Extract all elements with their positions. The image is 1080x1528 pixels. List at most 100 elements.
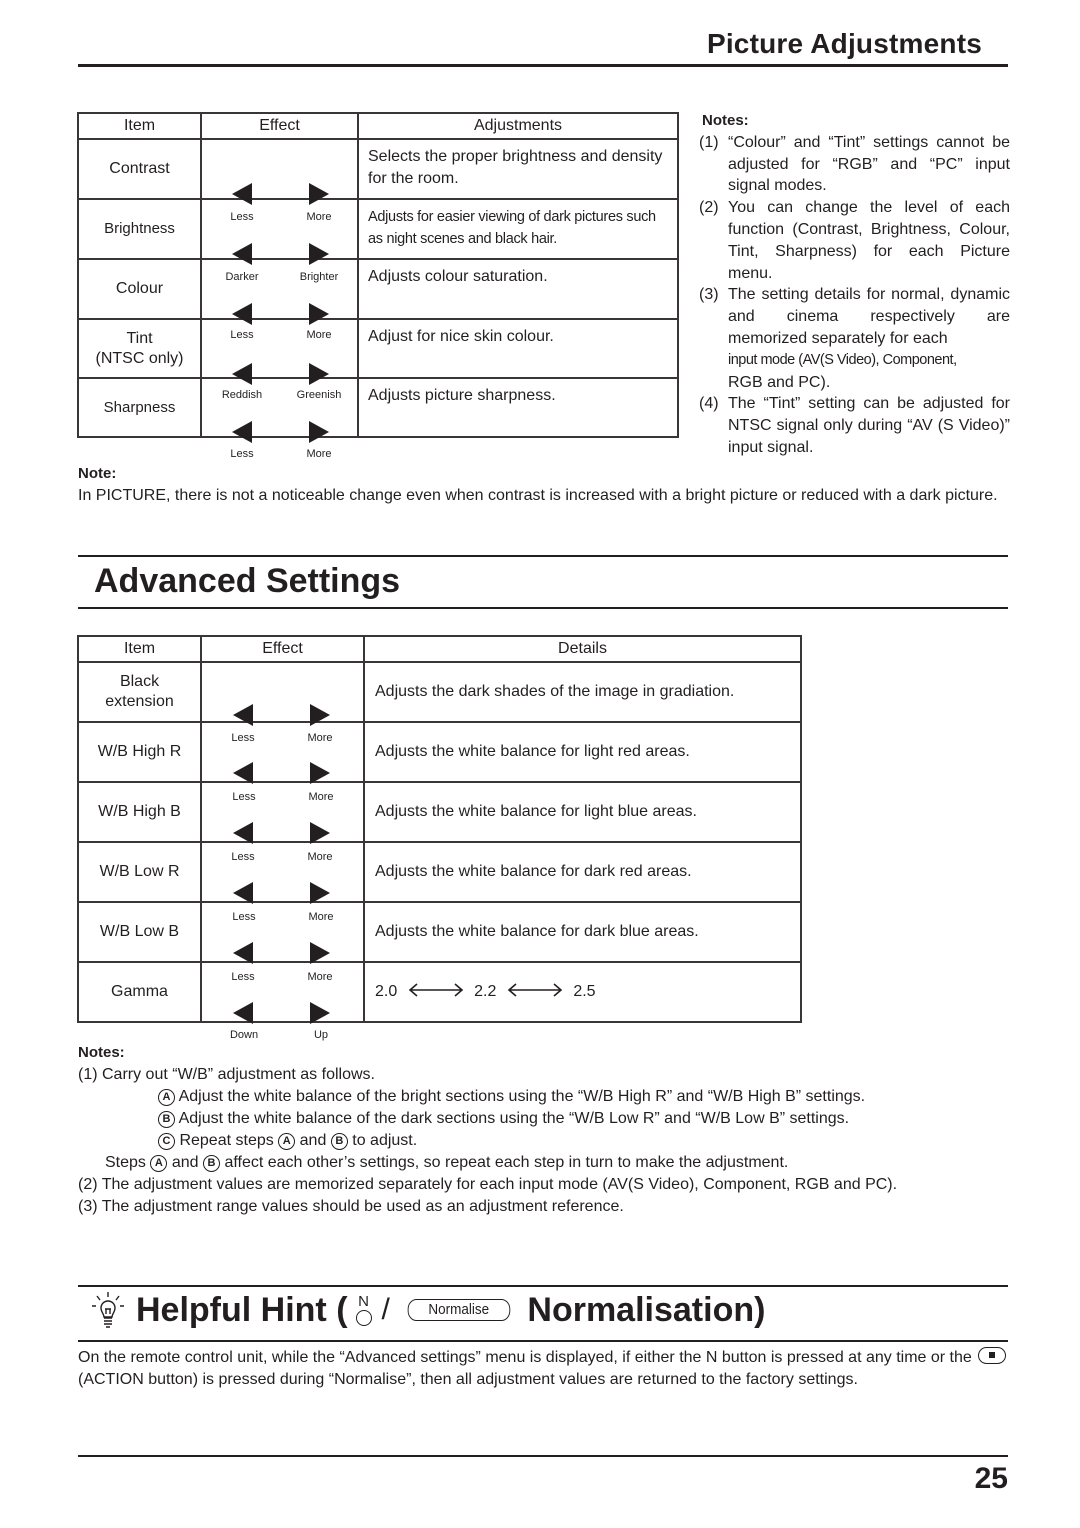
step-a-text: Adjust the white balance of the bright s… <box>178 1088 866 1105</box>
step-b-marker: B <box>158 1111 175 1128</box>
left-arrow-icon <box>233 942 253 964</box>
effect-cell: Less More <box>200 901 365 983</box>
adjustment-description: Adjust for nice skin colour. <box>357 318 679 379</box>
note-number: (4) <box>699 395 719 413</box>
right-arrow-icon <box>310 882 330 904</box>
table-header-row: Item Effect Details <box>77 635 802 663</box>
left-arrow-icon <box>233 1002 253 1024</box>
hint-divider-top <box>78 1285 1008 1287</box>
increase-label: More <box>306 447 332 460</box>
effect-cell: Less More <box>200 138 359 223</box>
normalise-button-icon: Normalise <box>407 1299 510 1321</box>
section-title: Advanced Settings <box>94 562 401 600</box>
item-name: Contrast <box>77 138 202 200</box>
hint-body: On the remote control unit, while the “A… <box>78 1347 1013 1391</box>
effect-cell: Less More <box>200 841 365 923</box>
footer-divider <box>78 1455 1008 1457</box>
note-text: The “Tint” setting can be adjusted for N… <box>728 395 1010 456</box>
note-number: (3) <box>699 286 719 304</box>
advanced-settings-table: Item Effect Details Black extension Less… <box>77 635 802 1041</box>
effect-cell: Less More <box>200 661 365 744</box>
action-button-icon <box>978 1347 1007 1364</box>
table-row: W/B High B Less More Adjusts the white b… <box>77 781 802 863</box>
note-text: In PICTURE, there is not a noticeable ch… <box>78 487 998 504</box>
item-name: Sharpness <box>77 377 202 438</box>
note-text: You can change the level of each functio… <box>728 199 1010 282</box>
right-arrow-icon <box>310 762 330 784</box>
step-c: C Repeat steps A and B to adjust. <box>78 1130 1018 1152</box>
right-arrow-icon <box>309 420 329 443</box>
note-number: (2) <box>699 199 719 217</box>
decrease-label: Down <box>229 1029 259 1041</box>
hint-text: On the remote control unit, while the “A… <box>78 1349 972 1366</box>
right-arrow-icon <box>310 1002 330 1024</box>
item-name-line2: extension <box>105 693 174 710</box>
note-heading: Note: <box>78 465 117 482</box>
table-row: Sharpness Less More Adjusts picture shar… <box>77 377 679 460</box>
item-name: Black extension <box>77 661 202 723</box>
left-arrow-icon <box>233 762 253 784</box>
left-arrow-icon <box>233 882 253 904</box>
column-header-item: Item <box>77 635 202 663</box>
double-arrow-icon <box>507 983 563 997</box>
step-b: B Adjust the white balance of the dark s… <box>78 1108 1018 1130</box>
column-header-effect: Effect <box>200 112 359 140</box>
note-text-condensed: input mode (AV(S Video), Component, <box>728 351 957 368</box>
hint-text-end: (ACTION button) is pressed during “Norma… <box>78 1371 858 1388</box>
item-name: W/B Low B <box>77 901 202 963</box>
table-row: W/B High R Less More Adjusts the white b… <box>77 721 802 803</box>
note-2: (2) The adjustment values are memorized … <box>78 1176 898 1193</box>
advanced-notes: Notes: (1) Carry out “W/B” adjustment as… <box>78 1042 1018 1218</box>
n-button-circle <box>355 1310 372 1326</box>
header-divider <box>78 64 1008 67</box>
item-name-line2: (NTSC only) <box>95 349 184 367</box>
item-name: W/B High B <box>77 781 202 843</box>
step-c-text: Repeat steps <box>179 1132 274 1149</box>
step-b-marker: B <box>202 1155 220 1172</box>
double-arrow-icon <box>408 983 463 997</box>
effect-cell: Darker Brighter <box>200 198 359 283</box>
step-a-marker: A <box>278 1133 296 1150</box>
decrease-label: Less <box>230 447 254 460</box>
note-number: (1) <box>699 133 719 151</box>
note-text: The setting details for normal, dynamic … <box>728 286 1010 347</box>
column-header-details: Details <box>363 635 802 663</box>
item-name: W/B Low R <box>77 841 202 903</box>
item-name: W/B High R <box>77 721 202 783</box>
table-row: Brightness Darker Brighter Adjusts for e… <box>77 198 679 283</box>
steps-text: Steps <box>105 1154 146 1171</box>
step-a: A Adjust the white balance of the bright… <box>78 1086 1018 1108</box>
hint-title-text: Helpful Hint ( <box>136 1290 348 1329</box>
table-row: W/B Low R Less More Adjusts the white ba… <box>77 841 802 923</box>
item-name-line1: Tint <box>126 329 153 347</box>
picture-adjustments-table: Item Effect Adjustments Contrast Less Mo… <box>77 112 679 460</box>
adjustment-description: Selects the proper brightness and densit… <box>357 138 679 200</box>
left-arrow-icon <box>232 420 252 443</box>
setting-description: Adjusts the white balance for light red … <box>363 721 802 783</box>
effect-cell: Reddish Greenish <box>200 318 359 401</box>
hint-divider-bottom <box>78 1340 1008 1342</box>
page-number: 25 <box>974 1462 1008 1495</box>
column-header-adjustments: Adjustments <box>357 112 679 140</box>
note-text: “Colour” and “Tint” settings cannot be a… <box>728 133 1010 195</box>
note-item: (2) You can change the level of each fun… <box>699 197 1010 284</box>
picture-note: Note: In PICTURE, there is not a noticea… <box>78 463 1013 507</box>
note-text-end: RGB and PC). <box>728 373 831 391</box>
item-name: Brightness <box>77 198 202 260</box>
hint-title: Helpful Hint ( N / Normalise Normalisati… <box>90 1290 765 1330</box>
conjunction: and <box>299 1132 327 1149</box>
section-divider-bottom <box>78 607 1008 609</box>
hint-title-text-end: Normalisation) <box>527 1290 766 1329</box>
setting-description: Adjusts the white balance for dark red a… <box>363 841 802 903</box>
note-item: (3) The setting details for normal, dyna… <box>699 284 1010 393</box>
setting-description: Adjusts the white balance for dark blue … <box>363 901 802 963</box>
step-c-text-end: to adjust. <box>352 1132 418 1149</box>
note-item: (1) “Colour” and “Tint” settings cannot … <box>699 132 1010 197</box>
n-button-icon: N <box>355 1294 372 1326</box>
lightbulb-icon <box>92 1292 124 1328</box>
gamma-value: 2.2 <box>474 983 497 1000</box>
gamma-value: 2.0 <box>375 983 398 1000</box>
gamma-value: 2.5 <box>573 983 596 1000</box>
table-row: Tint (NTSC only) Reddish Greenish Adjust… <box>77 318 679 401</box>
setting-description: Adjusts the dark shades of the image in … <box>363 661 802 723</box>
